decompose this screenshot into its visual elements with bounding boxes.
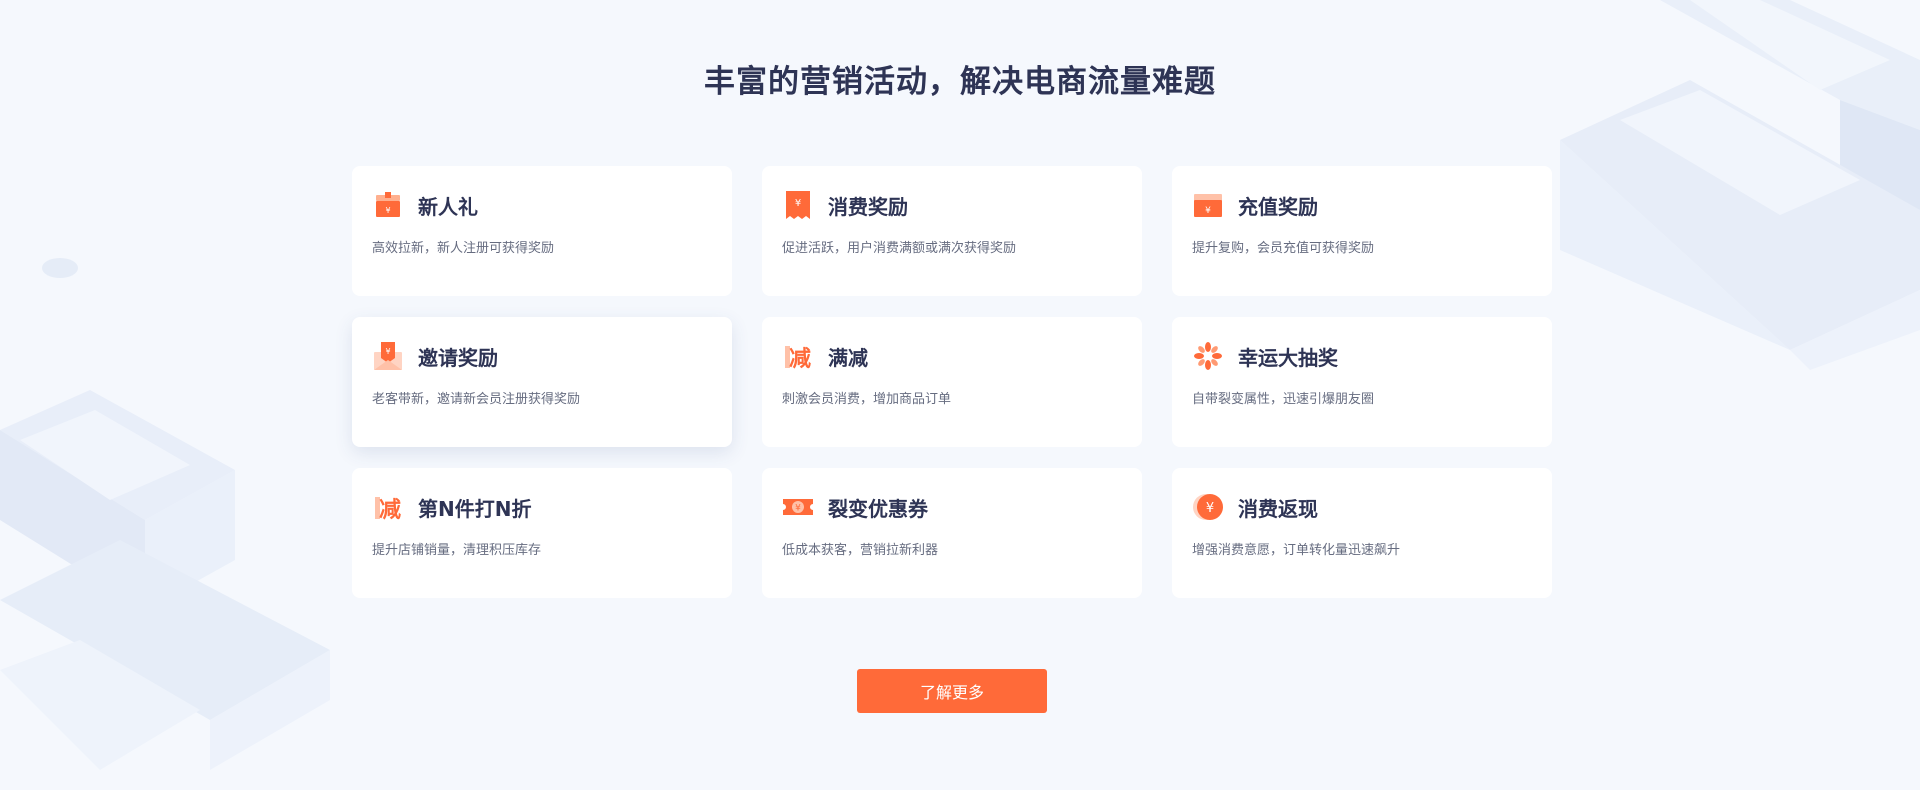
cashback-coin-icon: ¥	[1192, 491, 1224, 523]
section-title: 丰富的营销活动，解决电商流量难题	[704, 64, 1216, 100]
discount-tag-icon: 减	[372, 491, 404, 523]
learn-more-button[interactable]: 了解更多	[857, 669, 1047, 713]
card-header: ¥ 邀请奖励	[372, 339, 712, 373]
card-description: 低成本获客，营销拉新利器	[782, 543, 939, 558]
card-title: 裂变优惠券	[828, 496, 928, 521]
card-nth-item-discount[interactable]: 减 第N件打N折 提升店铺销量，清理积压库存	[352, 468, 732, 598]
gift-box-icon: ¥	[372, 189, 404, 221]
feature-grid: ¥ 新人礼 高效拉新，新人注册可获得奖励 ¥ 消费奖励 促进活跃，用户消费满额或…	[352, 166, 1552, 598]
card-invite-reward[interactable]: ¥ 邀请奖励 老客带新，邀请新会员注册获得奖励	[352, 317, 732, 447]
svg-text:¥: ¥	[1205, 206, 1211, 216]
card-header: ¥ 消费奖励	[782, 188, 1122, 222]
card-header: ¥ 新人礼	[372, 188, 712, 222]
left-small-ellipse	[42, 258, 78, 278]
card-full-reduction[interactable]: 减 满减 刺激会员消费，增加商品订单	[762, 317, 1142, 447]
card-header: ¥ 裂变优惠券	[782, 490, 1122, 524]
card-header: ¥ 充值奖励	[1192, 188, 1532, 222]
svg-text:减: 减	[789, 346, 811, 372]
receipt-yen-icon: ¥	[782, 189, 814, 221]
svg-text:¥: ¥	[795, 504, 801, 514]
card-description: 老客带新，邀请新会员注册获得奖励	[372, 392, 581, 407]
discount-tag-icon: 减	[782, 340, 814, 372]
coupon-icon: ¥	[782, 491, 814, 523]
card-lucky-draw[interactable]: 幸运大抽奖 自带裂变属性，迅速引爆朋友圈	[1172, 317, 1552, 447]
card-recharge-reward[interactable]: ¥ 充值奖励 提升复购，会员充值可获得奖励	[1172, 166, 1552, 296]
card-viral-coupon[interactable]: ¥ 裂变优惠券 低成本获客，营销拉新利器	[762, 468, 1142, 598]
card-title: 充值奖励	[1238, 194, 1318, 219]
card-new-user-gift[interactable]: ¥ 新人礼 高效拉新，新人注册可获得奖励	[352, 166, 732, 296]
svg-text:¥: ¥	[385, 347, 390, 356]
wallet-yen-icon: ¥	[1192, 189, 1224, 221]
card-purchase-reward[interactable]: ¥ 消费奖励 促进活跃，用户消费满额或满次获得奖励	[762, 166, 1142, 296]
card-title: 第N件打N折	[418, 496, 532, 521]
card-title: 消费奖励	[828, 194, 908, 219]
card-header: ¥ 消费返现	[1192, 490, 1532, 524]
card-description: 提升复购，会员充值可获得奖励	[1192, 241, 1375, 256]
card-description: 高效拉新，新人注册可获得奖励	[372, 241, 555, 256]
pinwheel-icon	[1192, 340, 1224, 372]
envelope-yen-icon: ¥	[372, 340, 404, 372]
card-header: 幸运大抽奖	[1192, 339, 1532, 373]
svg-text:¥: ¥	[385, 206, 390, 215]
card-description: 促进活跃，用户消费满额或满次获得奖励	[782, 241, 1017, 256]
card-header: 减 满减	[782, 339, 1122, 373]
card-title: 消费返现	[1238, 496, 1318, 521]
card-cashback[interactable]: ¥ 消费返现 增强消费意愿，订单转化量迅速飙升	[1172, 468, 1552, 598]
svg-text:¥: ¥	[795, 198, 801, 209]
card-description: 增强消费意愿，订单转化量迅速飙升	[1192, 543, 1401, 558]
card-description: 刺激会员消费，增加商品订单	[782, 392, 952, 407]
card-description: 自带裂变属性，迅速引爆朋友圈	[1192, 392, 1375, 407]
card-title: 满减	[828, 345, 868, 370]
svg-text:¥: ¥	[1206, 501, 1214, 516]
card-header: 减 第N件打N折	[372, 490, 712, 524]
card-title: 幸运大抽奖	[1238, 345, 1338, 370]
card-title: 邀请奖励	[418, 345, 498, 370]
card-description: 提升店铺销量，清理积压库存	[372, 543, 542, 558]
card-title: 新人礼	[418, 194, 478, 219]
left-deco-shapes	[0, 390, 330, 770]
svg-text:减: 减	[379, 497, 401, 523]
